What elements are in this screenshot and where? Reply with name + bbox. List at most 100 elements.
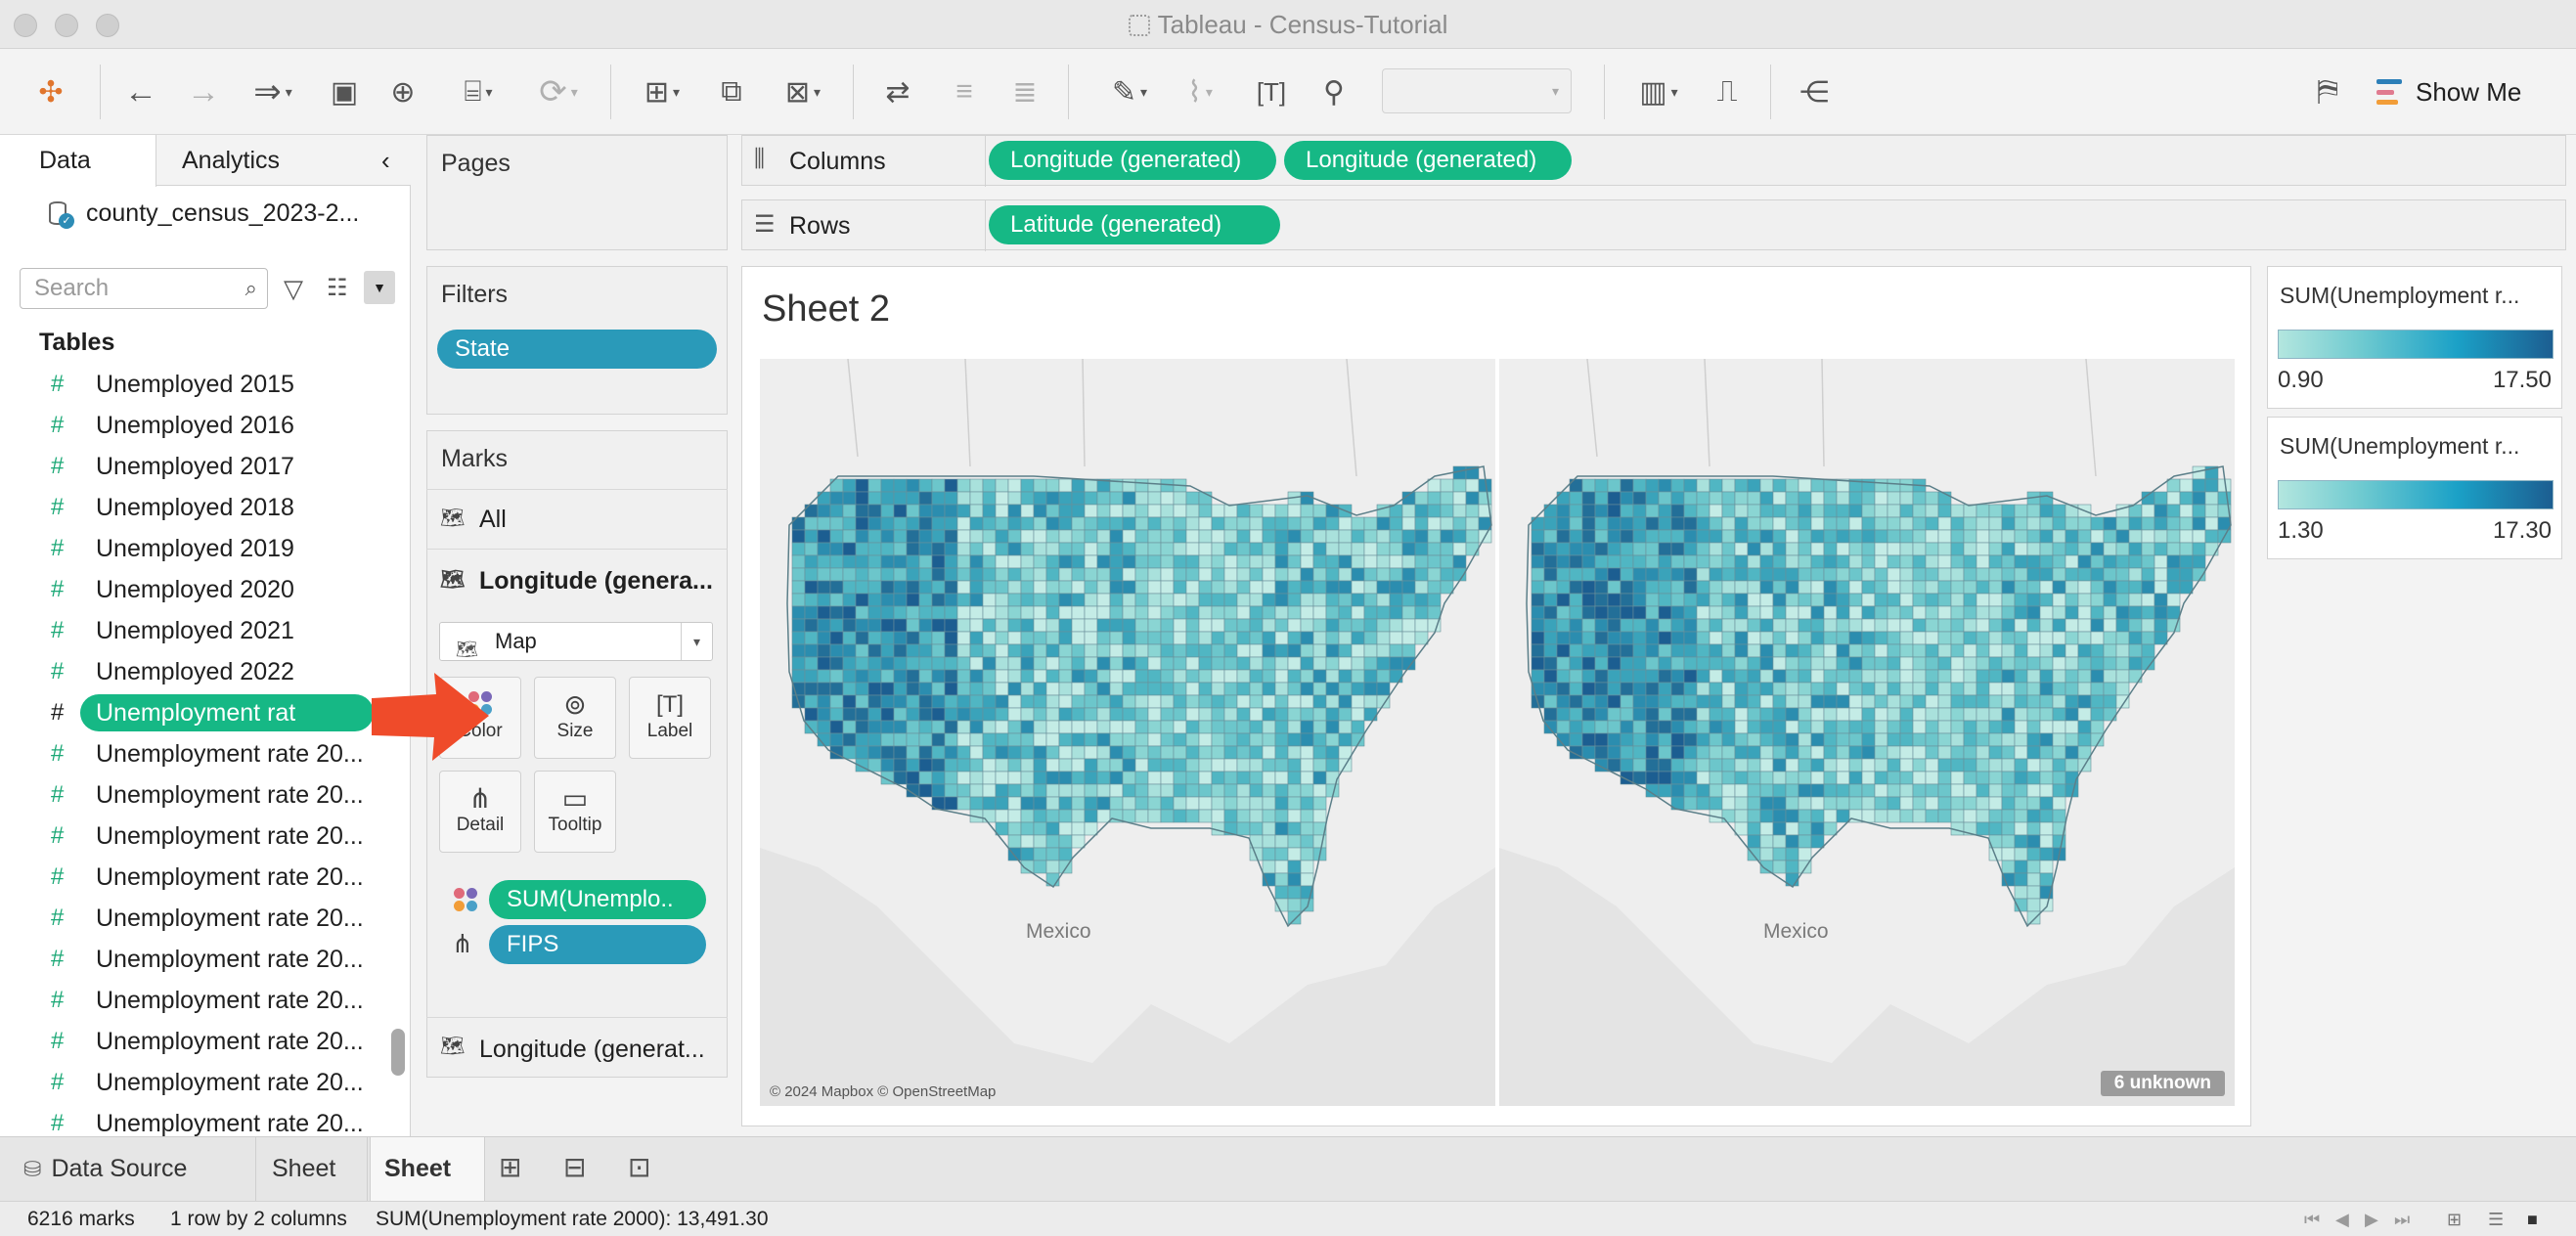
presentation-icon[interactable]: ⎍ — [1704, 68, 1751, 115]
show-me-label: Show Me — [2416, 76, 2522, 107]
tableau-logo-icon[interactable]: ✣ — [29, 68, 72, 115]
filter-pill-state[interactable]: State — [437, 330, 717, 369]
columns-label: Columns — [789, 148, 886, 175]
unknown-badge[interactable]: 6 unknown — [2100, 1071, 2225, 1096]
label-button[interactable]: [T] Label — [629, 677, 711, 759]
map-area[interactable]: Mexico Mexico © 2024 Mapbox © OpenStreet… — [760, 359, 2235, 1106]
share-icon[interactable]: ⋲ — [1790, 68, 1839, 115]
rows-pill-latitude[interactable]: Latitude (generated) — [989, 205, 1280, 244]
fit-icon[interactable]: ▥ ▾ — [1623, 68, 1694, 115]
new-story-icon[interactable]: ⊡ — [628, 1151, 650, 1183]
new-worksheet-icon[interactable]: ⊞ — [499, 1151, 521, 1183]
redo-icon[interactable]: ⇒ ▾ — [239, 68, 307, 115]
collapse-pane-icon[interactable]: ‹ — [381, 135, 405, 186]
mark-type-dropdown[interactable]: 🗺 Map ▾ — [439, 622, 713, 661]
text-icon[interactable]: [T] — [1248, 68, 1295, 115]
datasource-name[interactable]: county_census_2023-2... — [86, 199, 359, 228]
pause-updates-icon[interactable]: ⌸ ▾ — [442, 68, 514, 115]
field-item[interactable]: # Unemployed 2016 — [0, 405, 381, 446]
tooltip-button[interactable]: ▭ Tooltip — [534, 771, 616, 853]
size-button[interactable]: ⊚ Size — [534, 677, 616, 759]
field-item[interactable]: # Unemployment rate 20... — [0, 774, 381, 816]
filmstrip-icon[interactable]: ☰ — [2488, 1202, 2504, 1236]
scrollbar-thumb[interactable] — [391, 1029, 405, 1076]
detail-field-pill[interactable]: FIPS — [489, 925, 706, 964]
field-item[interactable]: # Unemployment rate 20... — [0, 898, 381, 939]
field-item[interactable]: # Unemployed 2022 — [0, 651, 381, 692]
rows-shelf[interactable]: ☰ Rows Latitude (generated) — [741, 199, 2566, 251]
field-item[interactable]: # Unemployment rate 20... — [0, 733, 381, 774]
window-title-text: Tableau - Census-Tutorial — [1157, 10, 1448, 39]
field-item[interactable]: # Unemployed 2019 — [0, 528, 381, 569]
sheet-title[interactable]: Sheet 2 — [762, 288, 890, 331]
view-list-icon[interactable]: ☷ — [327, 274, 348, 302]
forward-icon[interactable]: → — [180, 68, 227, 115]
pages-shelf[interactable]: Pages — [426, 135, 728, 250]
map-pane-left[interactable] — [760, 359, 1495, 1106]
columns-shelf[interactable]: ⫼ Columns Longitude (generated) Longitud… — [741, 135, 2566, 187]
field-item[interactable]: # Unemployment rate 20... — [0, 1062, 381, 1103]
field-item[interactable]: # Unemployed 2017 — [0, 446, 381, 487]
filters-shelf[interactable]: Filters State — [426, 266, 728, 415]
columns-pill-longitude-1[interactable]: Longitude (generated) — [989, 141, 1276, 180]
field-item[interactable]: # Unemployed 2015 — [0, 364, 381, 405]
field-name: Unemployment rate 20... — [96, 822, 364, 850]
field-item[interactable]: # Unemployment rate 20... — [0, 857, 381, 898]
measure-icon: # — [51, 781, 65, 808]
tab-sheet-2[interactable]: Sheet 2 — [370, 1137, 485, 1236]
save-icon[interactable]: ▣ — [323, 68, 366, 115]
swap-icon[interactable]: ⇄ — [874, 68, 921, 115]
new-worksheet-icon[interactable]: ⊞ ▾ — [626, 68, 698, 115]
marks-layer-all[interactable]: 🗺 All — [426, 489, 728, 550]
detail-button[interactable]: ⋔ Detail — [439, 771, 521, 853]
field-item[interactable]: # Unemployed 2018 — [0, 487, 381, 528]
back-icon[interactable]: ← — [117, 68, 164, 115]
highlight-icon[interactable]: ✎ ▾ — [1095, 68, 1164, 115]
field-search-input[interactable]: Search ⌕ — [20, 268, 268, 309]
show-me-button[interactable]: Show Me — [2376, 70, 2521, 113]
pin-icon[interactable]: ⚲ — [1310, 68, 1357, 115]
marks-layer-longitude-2[interactable]: 🗺 Longitude (generat... — [426, 1017, 728, 1078]
field-item[interactable]: # Unemployment rate 20... — [0, 980, 381, 1021]
label-icon: [T] — [656, 691, 684, 718]
pane-menu-dropdown[interactable]: ▼ — [364, 271, 395, 304]
field-item[interactable]: # Unemployed 2020 — [0, 569, 381, 610]
color-legend-2[interactable]: SUM(Unemployment r... 1.30 17.30 — [2267, 417, 2562, 559]
next-page-icon[interactable]: ▶ — [2365, 1202, 2378, 1236]
marks-layer-longitude-1[interactable]: 🗺 Longitude (genera... — [426, 552, 728, 612]
clear-sheet-icon[interactable]: ⊠ ▾ — [767, 68, 839, 115]
tooltip-icon[interactable]: ⛿ — [2304, 68, 2351, 115]
color-legend-1[interactable]: SUM(Unemployment r... 0.90 17.50 — [2267, 266, 2562, 409]
map-attribution[interactable]: © 2024 Mapbox © OpenStreetMap — [770, 1083, 996, 1100]
columns-pill-longitude-2[interactable]: Longitude (generated) — [1284, 141, 1572, 180]
prev-page-icon[interactable]: ◀ — [2335, 1202, 2349, 1236]
first-page-icon[interactable]: ⏮ — [2304, 1202, 2320, 1236]
refresh-icon[interactable]: ⟳ ▾ — [522, 68, 595, 115]
tab-data[interactable]: Data — [0, 135, 156, 187]
tab-sheet-1[interactable]: Sheet 1 — [258, 1137, 368, 1236]
sort-descending-icon[interactable]: ≣ — [1001, 68, 1048, 115]
new-datasource-icon[interactable]: ⊕ — [381, 68, 424, 115]
measure-icon: # — [51, 412, 65, 438]
field-item[interactable]: # Unemployed 2021 — [0, 610, 381, 651]
duplicate-icon[interactable]: ⧉ — [708, 68, 755, 115]
field-item[interactable]: # Unemployment rate 20... — [0, 816, 381, 857]
last-page-icon[interactable]: ⏭ — [2394, 1202, 2410, 1236]
map-mark-icon: 🗺 — [440, 569, 466, 591]
fit-dropdown[interactable]: ▾ — [1382, 68, 1572, 113]
color-field-pill[interactable]: SUM(Unemplo.. — [489, 880, 706, 919]
sort-ascending-icon[interactable]: ≡ — [941, 68, 988, 115]
new-dashboard-icon[interactable]: ⊟ — [563, 1151, 586, 1183]
detail-encoding-icon: ⋔ — [452, 929, 473, 958]
tab-data-source[interactable]: ⛁ Data Source — [0, 1137, 256, 1202]
tabs-view-icon[interactable]: ■ — [2527, 1202, 2538, 1236]
filter-icon[interactable]: ▽ — [284, 274, 303, 304]
field-item[interactable]: # Unemployment rate 20... — [0, 1021, 381, 1062]
sheet-sorter-icon[interactable]: ⊞ — [2447, 1202, 2462, 1236]
field-item[interactable]: # Unemployment rat — [0, 692, 381, 733]
field-name: Unemployed 2021 — [96, 617, 294, 644]
map-pane-right[interactable] — [1499, 359, 2235, 1106]
field-item[interactable]: # Unemployment rate 20... — [0, 939, 381, 980]
tab-analytics[interactable]: Analytics — [182, 135, 329, 186]
attach-icon[interactable]: ⌇ ▾ — [1166, 68, 1234, 115]
